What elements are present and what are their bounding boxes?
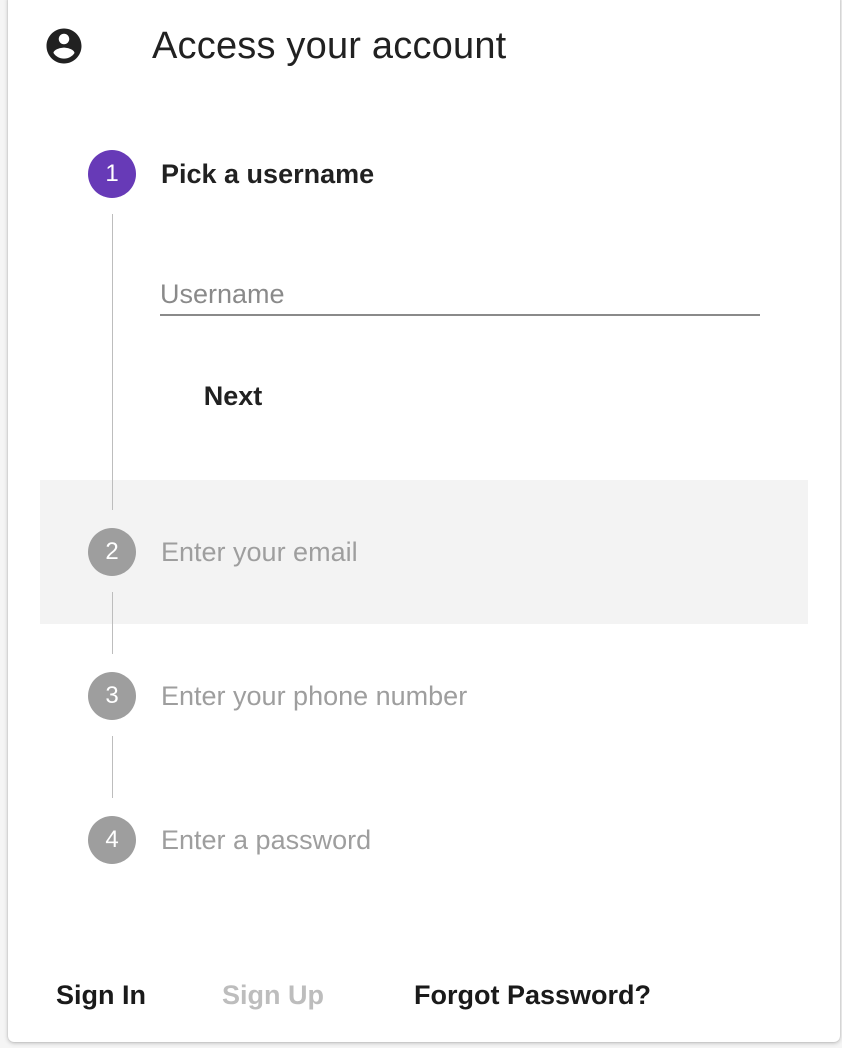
sign-up-link[interactable]: Sign Up <box>222 978 324 1012</box>
next-button[interactable]: Next <box>178 368 288 424</box>
step-3-number[interactable]: 3 <box>88 672 136 720</box>
step-1-label[interactable]: Pick a username <box>161 157 374 191</box>
step-connector-2-3 <box>112 592 113 654</box>
step-4-label[interactable]: Enter a password <box>161 823 371 857</box>
username-input[interactable] <box>160 274 760 316</box>
forgot-password-link[interactable]: Forgot Password? <box>414 978 651 1012</box>
account-card: Access your account 1 Pick a username Ne… <box>8 0 840 1042</box>
step-connector-1-2 <box>112 214 113 510</box>
sign-in-link[interactable]: Sign In <box>56 978 146 1012</box>
step-2-hover-highlight <box>40 480 808 624</box>
page-title: Access your account <box>152 25 507 67</box>
step-2-label[interactable]: Enter your email <box>161 535 358 569</box>
step-1-number[interactable]: 1 <box>88 150 136 198</box>
account-circle-icon <box>46 28 82 64</box>
step-3-label[interactable]: Enter your phone number <box>161 679 467 713</box>
step-connector-3-4 <box>112 736 113 798</box>
step-4-number[interactable]: 4 <box>88 816 136 864</box>
step-2-number[interactable]: 2 <box>88 528 136 576</box>
